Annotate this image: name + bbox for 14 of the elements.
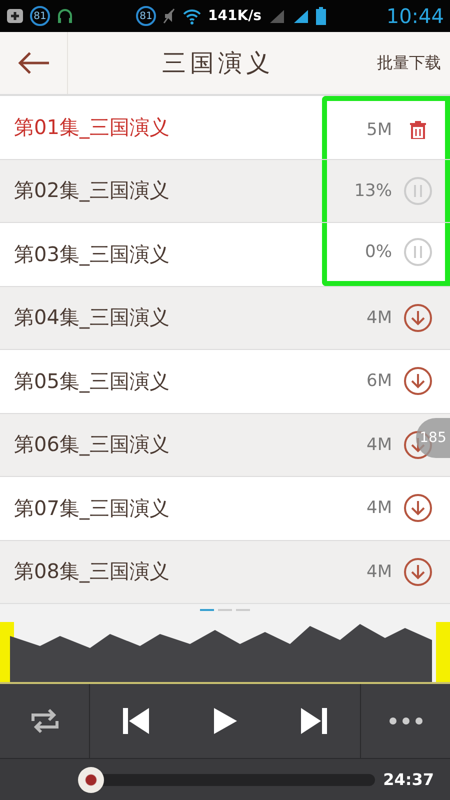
file-size: 4M <box>366 562 392 582</box>
duration: 24:37 <box>383 770 434 789</box>
file-size: 4M <box>366 434 392 455</box>
file-size: 6M <box>366 371 392 392</box>
file-size: 5M <box>366 120 392 140</box>
notification-badge: 81 <box>30 6 50 26</box>
file-size: 0% <box>365 242 392 262</box>
file-size: 4M <box>366 308 392 328</box>
page-title: 三国演义 <box>161 48 275 79</box>
file-size: 13% <box>354 180 392 201</box>
file-size: 4M <box>366 498 392 518</box>
notification-badge: 81 <box>136 6 156 26</box>
network-speed: 141K/s <box>208 8 262 24</box>
clock: 10:44 <box>386 4 444 28</box>
